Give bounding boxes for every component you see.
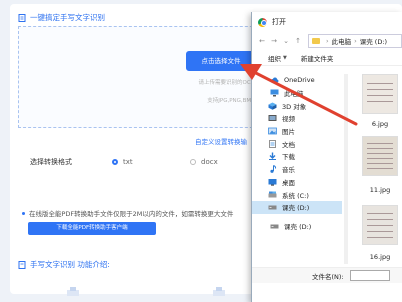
- new-folder-button[interactable]: 新建文件夹: [301, 53, 334, 63]
- radio-checked-icon: [112, 159, 118, 165]
- nav-item-desktop[interactable]: 桌面: [252, 176, 342, 189]
- custom-settings-link[interactable]: 自定义设置转换输: [195, 136, 247, 146]
- document-icon: [18, 260, 26, 269]
- format-option-label: txt: [123, 158, 133, 166]
- bullet-icon: [22, 211, 25, 215]
- size-limit-notice: 在线版全能PDF转换助手文件仅限于2M以内的文件，如需转换更大文件: [22, 208, 233, 218]
- address-bar: ← → ⌄ ↑ › 此电脑 › 课壳 (D:): [252, 32, 402, 50]
- document-icon: [268, 139, 277, 148]
- format-radio-docx[interactable]: docx: [190, 158, 218, 166]
- nav-item-drive-d[interactable]: 课壳 (D:): [252, 220, 342, 233]
- breadcrumb-separator: ›: [354, 37, 357, 45]
- nav-item-label: 图片: [282, 128, 295, 137]
- caret-down-icon: ▼: [283, 54, 287, 61]
- nav-item-label: 文档: [282, 140, 295, 149]
- download-client-button[interactable]: 下载全能PDF转换助手客户端: [28, 222, 156, 235]
- file-thumbnail[interactable]: [362, 205, 398, 245]
- format-option-label: docx: [201, 158, 218, 166]
- breadcrumb-item[interactable]: 此电脑: [332, 36, 352, 46]
- file-name[interactable]: 6.jpg: [362, 120, 398, 128]
- nav-item-this-pc[interactable]: 此电脑: [252, 87, 342, 100]
- file-thumbnail[interactable]: [362, 74, 398, 114]
- drive-icon: [270, 222, 279, 230]
- drive-icon: [268, 191, 277, 199]
- drive-icon: [268, 203, 277, 211]
- filename-row: 文件名(N):: [252, 267, 402, 283]
- nav-item-label: 课壳 (D:): [282, 204, 310, 213]
- breadcrumb-separator: ›: [326, 37, 329, 45]
- dialog-title: 打开: [272, 18, 286, 26]
- nav-scrollbar[interactable]: [344, 74, 348, 264]
- file-name[interactable]: 16.jpg: [362, 253, 398, 261]
- picture-icon: [268, 127, 277, 135]
- file-thumbnail[interactable]: [362, 136, 398, 176]
- desktop-icon: [268, 178, 277, 186]
- computer-icon: [270, 89, 279, 97]
- file-name[interactable]: 11.jpg: [362, 186, 398, 194]
- nav-item-label: 3D 对象: [282, 102, 307, 111]
- notice-text: 在线版全能PDF转换助手文件仅限于2M以内的文件，如需转换更大文件: [29, 210, 234, 218]
- nav-item-3d-objects[interactable]: 3D 对象: [252, 99, 342, 112]
- nav-item-label: 系统 (C:): [282, 191, 309, 200]
- page-heading: 一键搞定手写文字识别: [18, 12, 105, 23]
- nav-item-pictures[interactable]: 图片: [252, 125, 342, 138]
- nav-item-drive-c[interactable]: 系统 (C:): [252, 188, 342, 201]
- breadcrumb-item[interactable]: 课壳 (D:): [360, 36, 387, 46]
- chrome-icon: [258, 17, 267, 27]
- nav-item-documents[interactable]: 文档: [252, 137, 342, 150]
- up-arrow-icon[interactable]: ↑: [292, 37, 304, 45]
- forward-arrow-icon[interactable]: →: [268, 37, 280, 45]
- dropdown-chevron-icon[interactable]: ⌄: [280, 37, 292, 45]
- format-radio-txt[interactable]: txt: [112, 158, 133, 166]
- nav-item-label: 桌面: [282, 178, 295, 187]
- nav-item-drive-d-selected[interactable]: 课壳 (D:): [252, 200, 342, 214]
- navigation-pane: OneDrive 此电脑 3D 对象 视频 图片 文档 下载 音乐 桌面 系统 …: [252, 74, 342, 232]
- nav-item-label: 此电脑: [284, 90, 304, 99]
- radio-unchecked-icon: [190, 159, 196, 165]
- organize-menu[interactable]: 组织: [268, 53, 281, 63]
- nav-item-label: 下载: [282, 153, 295, 162]
- feature-intro-heading: 手写文字识别 功能介绍:: [18, 259, 110, 270]
- nav-item-label: 音乐: [282, 166, 295, 175]
- filename-label: 文件名(N):: [312, 272, 344, 281]
- document-icon: [18, 13, 26, 22]
- nav-item-label: 视频: [282, 115, 295, 124]
- decor-icon: [213, 287, 225, 296]
- path-breadcrumb[interactable]: › 此电脑 › 课壳 (D:): [308, 34, 402, 48]
- nav-item-onedrive[interactable]: OneDrive: [252, 74, 342, 87]
- music-icon: [268, 165, 277, 174]
- nav-item-music[interactable]: 音乐: [252, 163, 342, 176]
- nav-item-downloads[interactable]: 下载: [252, 150, 342, 163]
- upload-dropzone[interactable]: [18, 26, 268, 128]
- nav-item-label: 课壳 (D:): [284, 222, 312, 231]
- page-title: 一键搞定手写文字识别: [30, 13, 105, 22]
- nav-item-label: OneDrive: [284, 76, 315, 85]
- cube-icon: [268, 102, 277, 110]
- decor-icon: [67, 287, 79, 296]
- nav-item-videos[interactable]: 视频: [252, 112, 342, 125]
- section-title: 手写文字识别 功能介绍:: [30, 260, 110, 269]
- format-label: 选择转换格式: [30, 158, 72, 166]
- filename-input[interactable]: [349, 270, 390, 281]
- choose-file-button[interactable]: 点击选择文件: [186, 51, 256, 71]
- download-icon: [268, 152, 277, 161]
- file-open-dialog: 打开 ← → ⌄ ↑ › 此电脑 › 课壳 (D:) 组织 ▼ 新建文件夹 On…: [251, 12, 402, 302]
- folder-icon: [312, 38, 320, 44]
- video-icon: [268, 114, 277, 122]
- cloud-icon: [270, 76, 279, 84]
- dialog-titlebar[interactable]: 打开: [252, 12, 402, 32]
- dialog-toolbar: 组织 ▼ 新建文件夹: [252, 50, 402, 66]
- back-arrow-icon[interactable]: ←: [256, 37, 268, 45]
